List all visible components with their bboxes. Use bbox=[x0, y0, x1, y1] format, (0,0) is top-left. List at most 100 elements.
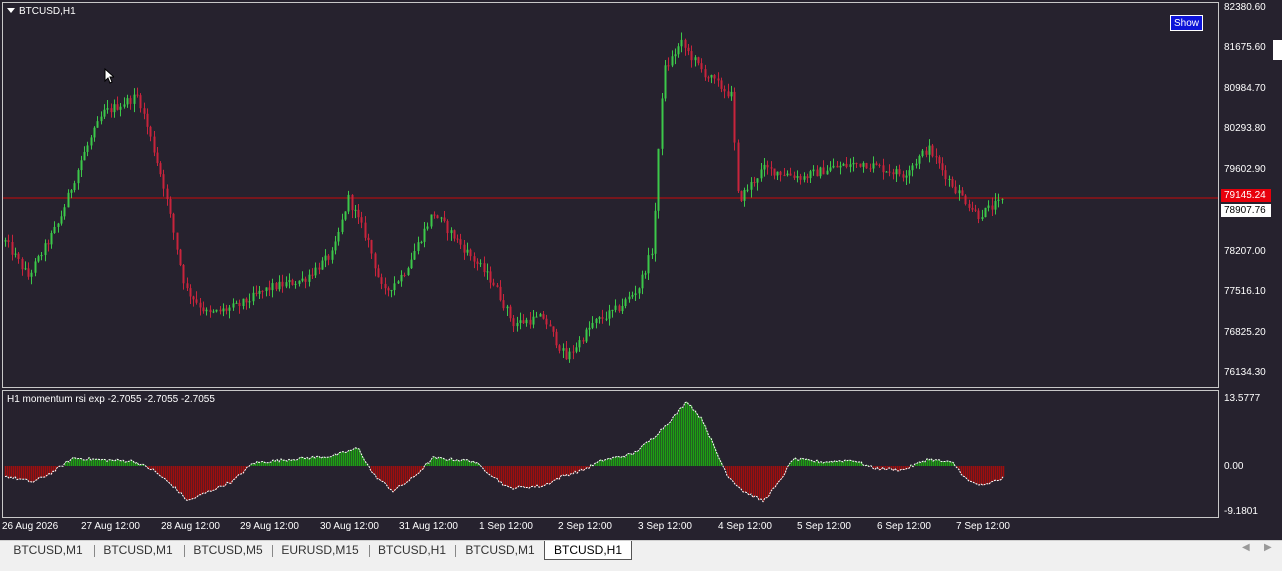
candle-body bbox=[789, 173, 792, 176]
candle-body bbox=[100, 116, 103, 122]
chart-tab[interactable]: EURUSD,M15 bbox=[274, 541, 366, 559]
candle-body bbox=[614, 305, 617, 310]
candle-body bbox=[974, 209, 977, 211]
candle-body bbox=[555, 331, 558, 346]
chart-tab[interactable]: BTCUSD,H1 bbox=[371, 541, 453, 559]
symbol-title-text: BTCUSD,H1 bbox=[19, 6, 76, 17]
tab-divider bbox=[184, 545, 185, 557]
candle-body bbox=[479, 263, 482, 265]
candle-body bbox=[836, 165, 839, 168]
candle-body bbox=[628, 296, 631, 300]
chevron-right-icon[interactable]: ▶ bbox=[1264, 542, 1272, 553]
candle-body bbox=[258, 290, 261, 294]
time-axis-label: 26 Aug 2026 bbox=[2, 521, 59, 532]
candle-body bbox=[459, 239, 462, 245]
candle-body bbox=[393, 283, 396, 291]
candle-body bbox=[440, 217, 443, 219]
candle-body bbox=[456, 238, 459, 240]
candle-body bbox=[57, 223, 60, 227]
candle-body bbox=[37, 256, 40, 262]
chart-tab-active[interactable]: BTCUSD,H1 bbox=[544, 541, 632, 560]
candle-body bbox=[86, 145, 89, 152]
candle-body bbox=[558, 345, 561, 351]
candle-body bbox=[647, 255, 650, 274]
candle-body bbox=[987, 205, 990, 208]
candle-body bbox=[770, 167, 773, 169]
candle-body bbox=[677, 46, 680, 55]
candle-body bbox=[281, 281, 284, 287]
candle-body bbox=[179, 249, 182, 265]
candle-body bbox=[17, 253, 20, 259]
candle-body bbox=[426, 226, 429, 229]
indicator-pane[interactable]: H1 momentum rsi exp -2.7055 -2.7055 -2.7… bbox=[2, 390, 1219, 518]
candle-body bbox=[661, 98, 664, 149]
candle-body bbox=[671, 56, 674, 66]
candle-body bbox=[793, 175, 796, 178]
momentum-histogram bbox=[4, 401, 1005, 503]
chart-tab[interactable]: BTCUSD,M1 bbox=[457, 541, 543, 559]
candle-body bbox=[971, 207, 974, 210]
candle-body bbox=[123, 104, 126, 107]
candle-body bbox=[483, 263, 486, 273]
candle-body bbox=[380, 277, 383, 284]
candle-body bbox=[136, 94, 139, 96]
chart-window[interactable]: BTCUSD,H1 Show H1 momentum rsi exp -2.70… bbox=[0, 0, 1282, 540]
candle-body bbox=[816, 169, 819, 177]
candle-body bbox=[314, 267, 317, 276]
candle-body bbox=[829, 167, 832, 171]
ask-price-badge: 78907.76 bbox=[1221, 204, 1271, 217]
candle-body bbox=[888, 171, 891, 173]
candle-body bbox=[370, 240, 373, 254]
chart-tab[interactable]: BTCUSD,M1 bbox=[96, 541, 180, 559]
time-axis-label: 7 Sep 12:00 bbox=[956, 521, 1010, 532]
symbol-title[interactable]: BTCUSD,H1 bbox=[7, 6, 76, 17]
candle-body bbox=[110, 108, 113, 113]
candle-body bbox=[902, 174, 905, 178]
candle-body bbox=[228, 307, 231, 311]
candle-body bbox=[80, 160, 83, 171]
candle-body bbox=[169, 198, 172, 214]
candle-body bbox=[242, 298, 245, 307]
candle-body bbox=[799, 176, 802, 180]
candle-body bbox=[489, 271, 492, 283]
candle-body bbox=[542, 314, 545, 319]
candle-body bbox=[192, 296, 195, 300]
tab-divider bbox=[272, 545, 273, 557]
price-scale-label: 78207.00 bbox=[1224, 246, 1266, 257]
candle-body bbox=[539, 314, 542, 317]
candle-body bbox=[812, 169, 815, 172]
candle-body bbox=[941, 163, 944, 171]
candle-body bbox=[667, 65, 670, 67]
candle-body bbox=[928, 145, 931, 155]
candle-body bbox=[252, 292, 255, 302]
candle-body bbox=[60, 216, 63, 224]
price-pane[interactable]: BTCUSD,H1 Show bbox=[2, 2, 1219, 388]
show-button[interactable]: Show bbox=[1170, 15, 1203, 31]
scroll-strip[interactable] bbox=[1273, 40, 1282, 60]
candle-body bbox=[700, 63, 703, 70]
candle-body bbox=[377, 268, 380, 278]
chart-tab[interactable]: BTCUSD,M5 bbox=[186, 541, 270, 559]
chart-tab[interactable]: BTCUSD,M1 bbox=[6, 541, 90, 559]
candle-body bbox=[753, 182, 756, 184]
candle-body bbox=[410, 259, 413, 269]
candle-body bbox=[341, 219, 344, 232]
candle-body bbox=[50, 233, 53, 245]
candle-body bbox=[232, 303, 235, 308]
candle-body bbox=[238, 302, 241, 307]
candle-body bbox=[278, 281, 281, 290]
candle-body bbox=[103, 109, 106, 117]
candle-body bbox=[466, 249, 469, 253]
candle-body bbox=[925, 150, 928, 155]
candle-body bbox=[384, 283, 387, 289]
indicator-scale-label: 0.00 bbox=[1224, 461, 1244, 472]
candle-body bbox=[697, 57, 700, 64]
candle-body bbox=[885, 171, 888, 173]
candle-body bbox=[674, 54, 677, 57]
candle-body bbox=[463, 244, 466, 253]
chevron-left-icon[interactable]: ◀ bbox=[1242, 542, 1250, 553]
candle-body bbox=[77, 170, 80, 184]
candle-body bbox=[773, 168, 776, 176]
candle-body bbox=[638, 288, 641, 294]
candle-body bbox=[106, 108, 109, 110]
